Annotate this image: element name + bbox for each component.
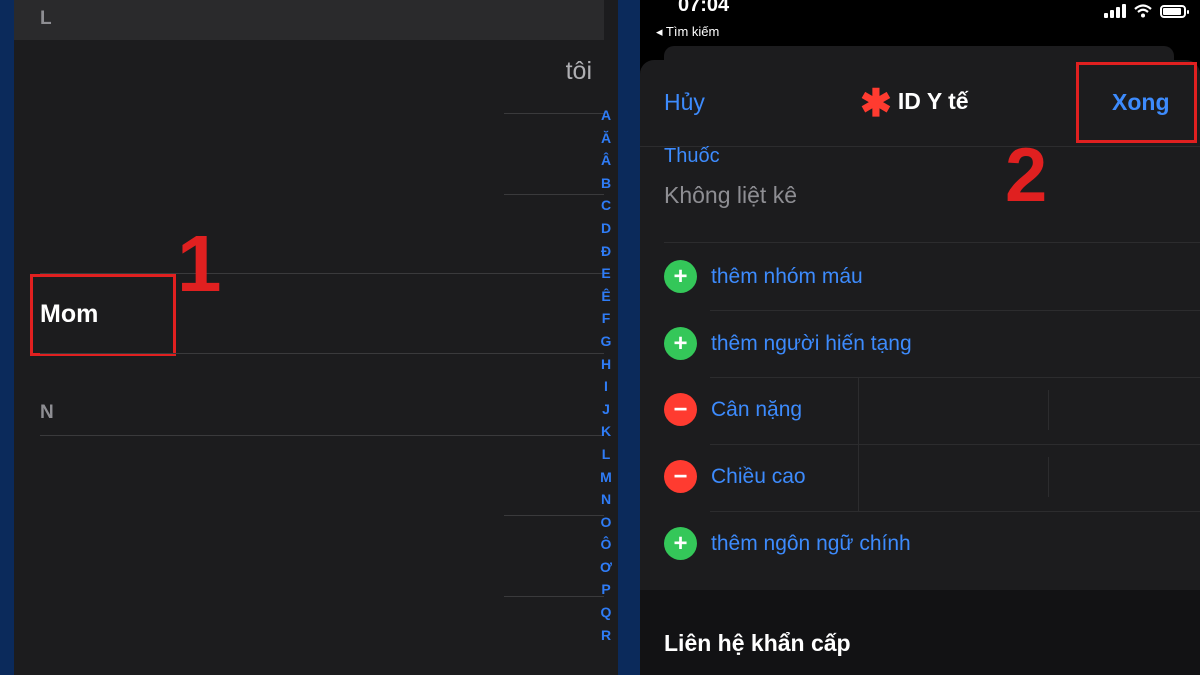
index-letter[interactable]: J xyxy=(602,398,610,421)
sheet-nav-bar: Hủy ✱ ID Y tế Xong xyxy=(640,60,1200,147)
index-letter[interactable]: Ô xyxy=(601,533,612,556)
divider xyxy=(504,515,604,516)
medications-label: Thuốc xyxy=(664,145,720,167)
my-card-label[interactable]: tôi xyxy=(566,57,592,86)
divider xyxy=(710,444,1200,445)
divider xyxy=(858,378,859,444)
medical-id-panel: 07:04 ◂ Tìm kiếm Hủy ✱ ID Y tế Xong 2 Th… xyxy=(640,0,1200,675)
wifi-icon xyxy=(1134,4,1152,18)
divider xyxy=(504,194,604,195)
index-letter[interactable]: Ă xyxy=(601,127,611,150)
battery-icon xyxy=(1160,5,1189,18)
index-letter[interactable]: B xyxy=(601,172,611,195)
divider xyxy=(1048,457,1049,497)
index-letter[interactable]: G xyxy=(601,330,612,353)
divider xyxy=(664,242,1200,243)
height-row[interactable]: − Chiều cao xyxy=(664,460,806,493)
add-blood-type-row[interactable]: + thêm nhóm máu xyxy=(664,260,863,293)
section-letter-n: N xyxy=(40,402,54,423)
index-letter[interactable]: Â xyxy=(601,149,611,172)
index-letter[interactable]: R xyxy=(601,624,611,647)
cancel-button[interactable]: Hủy xyxy=(664,89,705,116)
index-letter[interactable]: D xyxy=(601,217,611,240)
divider xyxy=(858,445,859,511)
row-label: Chiều cao xyxy=(711,464,806,488)
highlight-box-done xyxy=(1076,62,1197,143)
index-letter[interactable]: E xyxy=(601,262,610,285)
highlight-box-contact xyxy=(30,274,176,356)
signal-icon xyxy=(1104,4,1126,18)
back-to-search-link[interactable]: ◂ Tìm kiếm xyxy=(656,24,719,40)
index-letter[interactable]: A xyxy=(601,104,611,127)
add-icon[interactable]: + xyxy=(664,527,697,560)
contacts-panel: L tôi Mom 1 N AĂÂBCDĐEÊFGHIJKLMNOÔƠPQR xyxy=(14,0,618,675)
remove-icon[interactable]: − xyxy=(664,393,697,426)
sheet-title-text: ID Y tế xyxy=(897,88,969,114)
index-letter[interactable]: C xyxy=(601,194,611,217)
index-letter[interactable]: L xyxy=(602,443,611,466)
index-letter[interactable]: O xyxy=(601,511,612,534)
index-letter[interactable]: Q xyxy=(601,601,612,624)
index-letter[interactable]: Đ xyxy=(601,240,611,263)
status-time: 07:04 xyxy=(678,0,730,16)
divider xyxy=(40,435,604,436)
sheet-title: ✱ ID Y tế xyxy=(860,83,969,125)
index-letter[interactable]: F xyxy=(602,307,611,330)
medications-value[interactable]: Không liệt kê xyxy=(664,182,797,209)
divider xyxy=(710,310,1200,311)
divider xyxy=(504,113,604,114)
index-letter[interactable]: H xyxy=(601,353,611,376)
index-letter[interactable]: Ơ xyxy=(600,556,612,579)
row-label: thêm ngôn ngữ chính xyxy=(711,531,911,555)
step-number-2: 2 xyxy=(1005,133,1048,218)
medical-id-sheet: Hủy ✱ ID Y tế Xong 2 Thuốc Không liệt kê… xyxy=(640,60,1200,675)
index-letter[interactable]: N xyxy=(601,488,611,511)
add-icon[interactable]: + xyxy=(664,327,697,360)
weight-row[interactable]: − Cân nặng xyxy=(664,393,802,426)
row-label: Cân nặng xyxy=(711,397,803,421)
medical-asterisk-icon: ✱ xyxy=(860,83,892,125)
index-letter[interactable]: I xyxy=(604,375,608,398)
section-header-l xyxy=(14,0,604,40)
remove-icon[interactable]: − xyxy=(664,460,697,493)
add-icon[interactable]: + xyxy=(664,260,697,293)
status-icons xyxy=(1104,4,1189,18)
divider xyxy=(1048,390,1049,430)
index-letter[interactable]: P xyxy=(601,578,610,601)
add-primary-language-row[interactable]: + thêm ngôn ngữ chính xyxy=(664,527,911,560)
section-letter-l: L xyxy=(40,8,52,29)
row-label: thêm nhóm máu xyxy=(711,264,863,288)
divider xyxy=(504,596,604,597)
step-number-1: 1 xyxy=(177,219,222,308)
emergency-contacts-heading: Liên hệ khẩn cấp xyxy=(664,630,851,656)
divider xyxy=(40,353,604,354)
index-letter[interactable]: Ê xyxy=(601,285,610,308)
row-label: thêm người hiến tạng xyxy=(711,331,912,355)
divider xyxy=(710,511,1200,512)
divider xyxy=(710,377,1200,378)
index-letter[interactable]: M xyxy=(600,466,612,489)
alphabet-index[interactable]: AĂÂBCDĐEÊFGHIJKLMNOÔƠPQR xyxy=(594,104,618,646)
index-letter[interactable]: K xyxy=(601,420,611,443)
add-organ-donor-row[interactable]: + thêm người hiến tạng xyxy=(664,327,912,360)
